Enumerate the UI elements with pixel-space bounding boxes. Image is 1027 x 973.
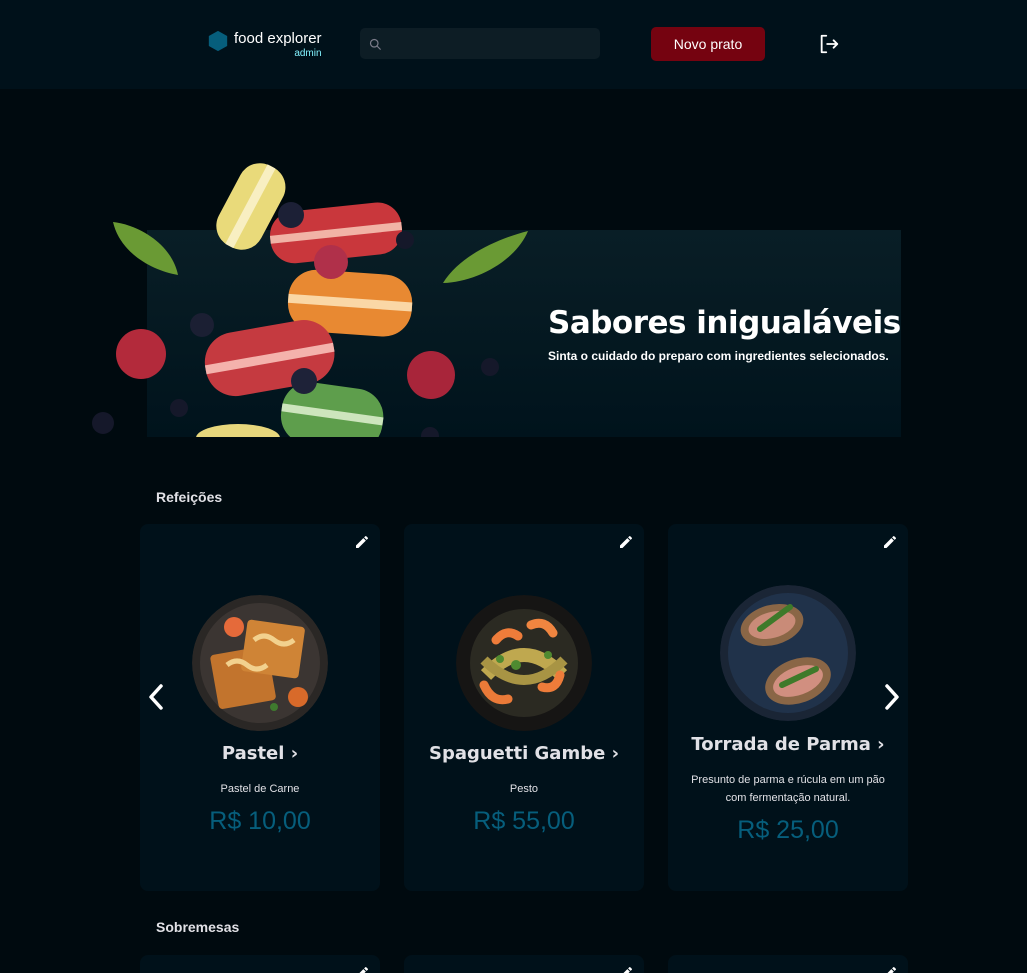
- dish-description: Pastel de Carne: [220, 783, 300, 795]
- dish-description: Presunto de parma e rúcula em um pão com…: [691, 774, 885, 804]
- brand-text: food explorer admin: [234, 29, 322, 59]
- dish-image: [720, 585, 856, 721]
- brand-logo[interactable]: food explorer admin: [207, 29, 322, 59]
- banner-subtitle: Sinta o cuidado do preparo com ingredien…: [548, 349, 889, 363]
- dish-price: R$ 55,00: [473, 807, 575, 835]
- pencil-icon[interactable]: [354, 534, 370, 550]
- dish-image: [456, 595, 592, 731]
- new-dish-button[interactable]: Novo prato: [651, 27, 765, 61]
- section-title-desserts: Sobremesas: [156, 919, 240, 935]
- hexagon-logo-icon: [208, 30, 228, 52]
- dish-name[interactable]: Pastel ›: [140, 743, 380, 764]
- search-input[interactable]: [389, 36, 589, 51]
- header: food explorer admin Novo prato: [0, 0, 1027, 89]
- dish-name[interactable]: Spaguetti Gambe ›: [404, 743, 644, 764]
- banner-title: Sabores inigualáveis: [548, 305, 901, 341]
- chevron-left-icon[interactable]: [144, 681, 168, 713]
- sign-out-icon[interactable]: [818, 33, 840, 55]
- search-icon: [369, 38, 381, 50]
- pencil-icon[interactable]: [618, 965, 634, 973]
- dish-card[interactable]: [668, 955, 908, 973]
- dish-card[interactable]: Pastel › Pastel de Carne R$ 10,00: [140, 524, 380, 891]
- pencil-icon[interactable]: [882, 534, 898, 550]
- dish-card[interactable]: Spaguetti Gambe › Pesto R$ 55,00: [404, 524, 644, 891]
- dish-card[interactable]: Torrada de Parma › Presunto de parma e r…: [668, 524, 908, 891]
- brand-role-badge: admin: [294, 48, 322, 59]
- dish-price: R$ 10,00: [209, 807, 311, 835]
- section-title-meals: Refeições: [156, 489, 223, 505]
- dish-card[interactable]: [140, 955, 380, 973]
- pencil-icon[interactable]: [618, 534, 634, 550]
- search-bar[interactable]: [360, 28, 600, 59]
- dish-name[interactable]: Torrada de Parma ›: [668, 734, 908, 755]
- dish-image: [192, 595, 328, 731]
- dish-card[interactable]: [404, 955, 644, 973]
- dish-description: Pesto: [509, 783, 539, 795]
- macarons-illustration: [92, 163, 528, 437]
- chevron-right-icon[interactable]: [880, 681, 904, 713]
- dish-price: R$ 25,00: [737, 816, 839, 844]
- brand-name: food explorer: [234, 30, 322, 47]
- pencil-icon[interactable]: [354, 965, 370, 973]
- pencil-icon[interactable]: [882, 965, 898, 973]
